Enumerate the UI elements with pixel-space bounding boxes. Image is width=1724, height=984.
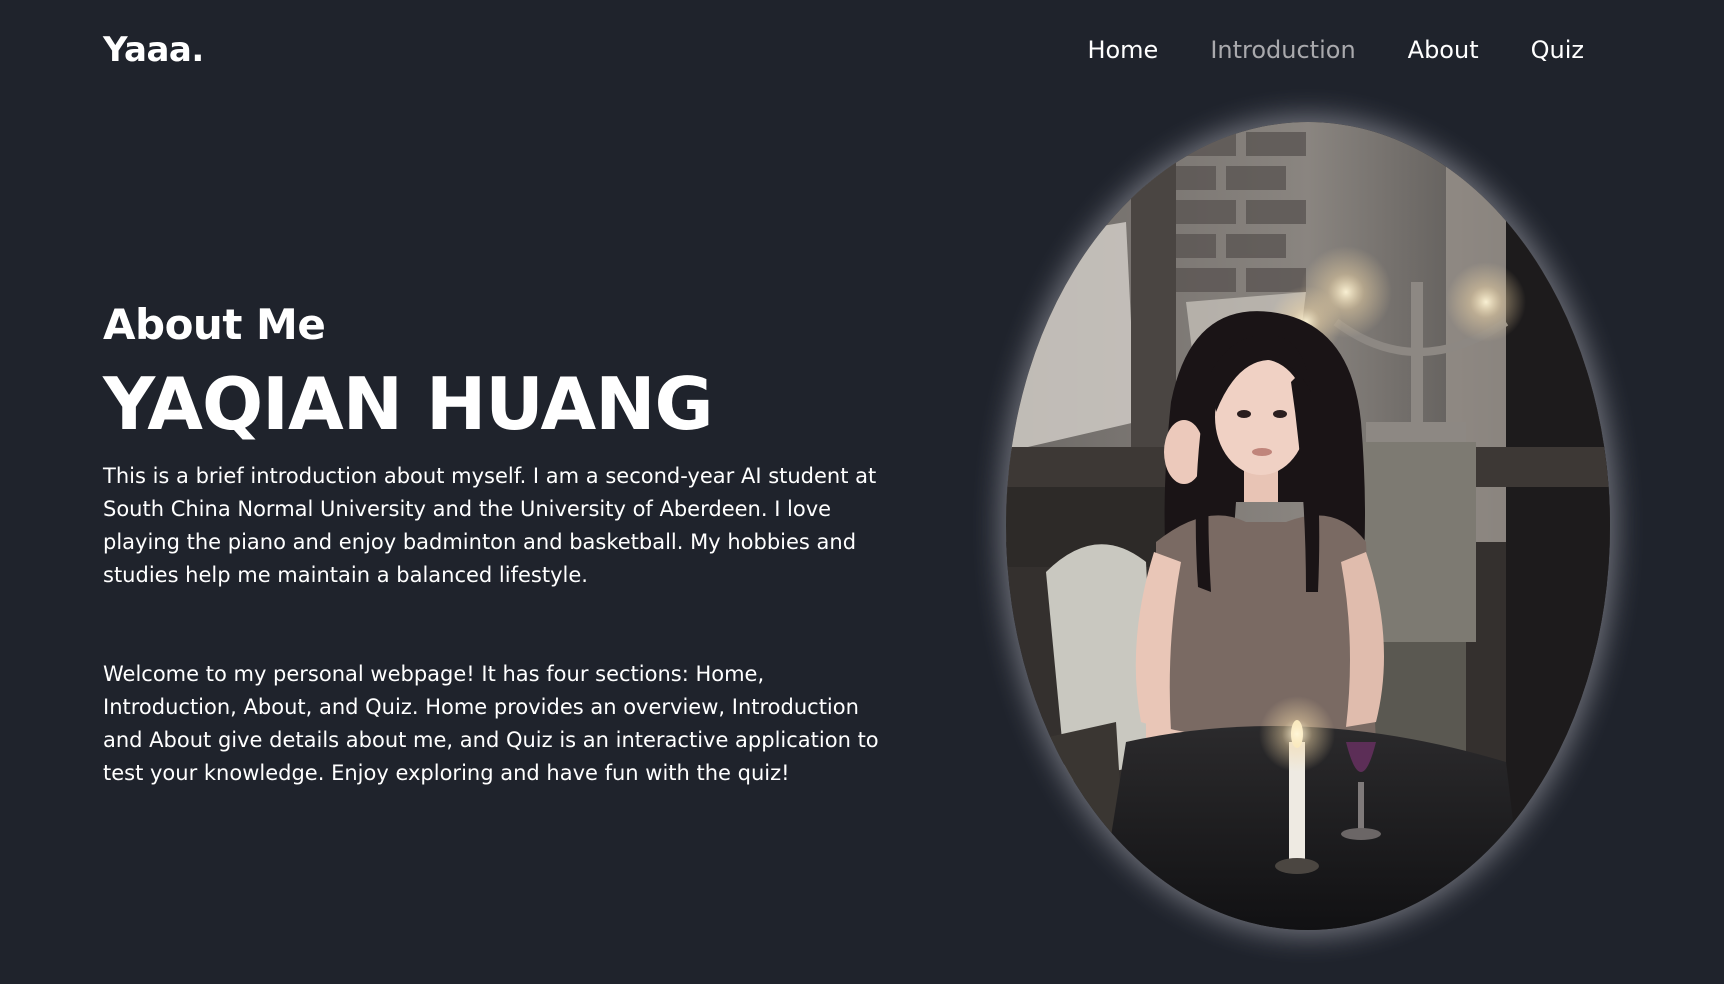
nav-quiz-link[interactable]: Quiz — [1531, 36, 1584, 64]
intro-paragraph: This is a brief introduction about mysel… — [103, 464, 877, 587]
nav-home-link[interactable]: Home — [1087, 36, 1158, 64]
main-nav: Home Introduction About Quiz — [1087, 36, 1584, 64]
profile-photo — [1006, 122, 1610, 930]
section-title: About Me — [103, 300, 326, 349]
nav-about-link[interactable]: About — [1408, 36, 1479, 64]
site-header: Yaaa. Home Introduction About Quiz — [0, 0, 1724, 100]
site-logo[interactable]: Yaaa. — [103, 30, 204, 70]
person-name: YAQIAN HUANG — [103, 362, 714, 446]
nav-introduction-link[interactable]: Introduction — [1210, 36, 1355, 64]
welcome-paragraph: Welcome to my personal webpage! It has f… — [103, 662, 879, 785]
profile-photo-illustration — [1006, 122, 1610, 930]
about-content: About Me YAQIAN HUANG This is a brief in… — [103, 298, 903, 790]
